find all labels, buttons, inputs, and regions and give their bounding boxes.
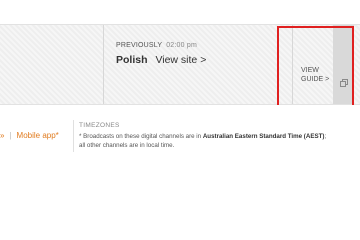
timezone-text-end: ; bbox=[324, 133, 327, 140]
timezone-text-start: * Broadcasts on these digital channels a… bbox=[79, 133, 203, 140]
chevron-right-icon: > bbox=[200, 54, 207, 66]
timezones-title: TIMEZONES bbox=[79, 122, 120, 129]
timezone-text-line2: all other channels are in local time. bbox=[79, 142, 175, 149]
view-site-link[interactable]: View site > bbox=[155, 54, 206, 66]
channel-name: Polish bbox=[116, 54, 148, 66]
timezones-note: * Broadcasts on these digital channels a… bbox=[79, 132, 354, 150]
previously-program: Polish View site > bbox=[116, 54, 206, 66]
footer-divider bbox=[73, 120, 74, 152]
highlight-box bbox=[277, 26, 354, 112]
mobile-app-link[interactable]: Mobile app* bbox=[17, 131, 59, 140]
column-divider bbox=[103, 25, 104, 104]
view-site-label: View site bbox=[155, 54, 198, 66]
timezone-name: Australian Eastern Standard Time (AEST) bbox=[202, 133, 325, 140]
previously-label: PREVIOUSLY bbox=[116, 42, 163, 49]
previously-heading: PREVIOUSLY 02:00 pm bbox=[116, 42, 197, 49]
separator: | bbox=[9, 131, 12, 140]
page-top bbox=[0, 0, 360, 24]
prev-link-fragment[interactable]: » bbox=[0, 131, 4, 140]
apps-links: » | Mobile app* bbox=[0, 131, 59, 140]
previously-time: 02:00 pm bbox=[166, 42, 198, 49]
footer bbox=[0, 105, 360, 203]
